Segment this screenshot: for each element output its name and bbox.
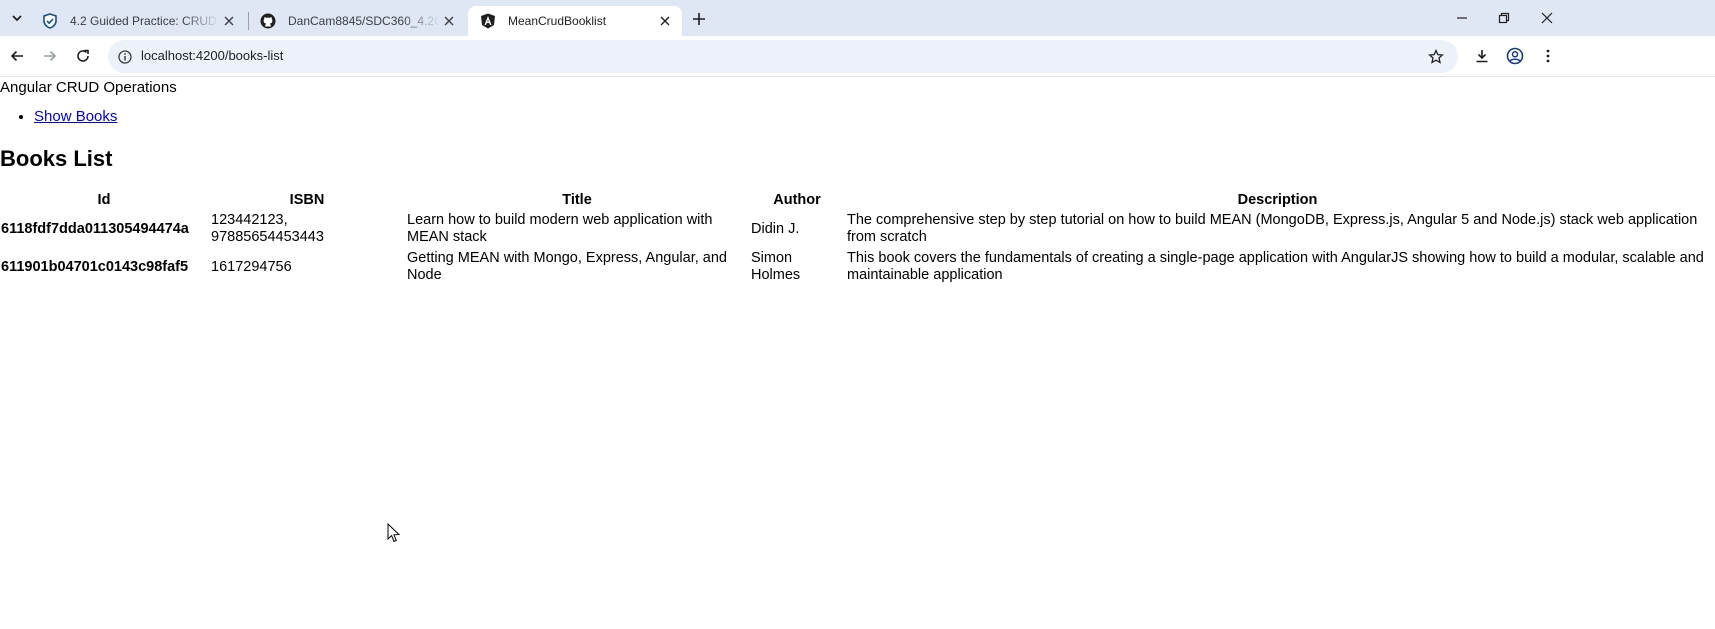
column-header-isbn: ISBN — [289, 192, 325, 208]
close-icon[interactable] — [222, 14, 236, 28]
books-table: Id ISBN Title Author Description 6118fdf… — [0, 189, 1711, 287]
restore-icon — [1498, 12, 1510, 24]
book-description: The comprehensive step by step tutorial … — [847, 212, 1698, 245]
book-isbn: 123442123, 97885654453443 — [211, 212, 324, 245]
page-content: Angular CRUD Operations Show Books Books… — [0, 77, 1715, 629]
tab-guided-practice[interactable]: 4.2 Guided Practice: CRUD Appl — [30, 6, 246, 36]
site-info-icon[interactable] — [116, 48, 134, 66]
show-books-link[interactable]: Show Books — [34, 108, 117, 125]
book-author: Simon Holmes — [751, 250, 801, 283]
bookmark-star-icon[interactable] — [1426, 47, 1446, 67]
close-icon — [1541, 12, 1553, 24]
arrow-right-icon — [44, 50, 57, 62]
browser-toolbar: localhost:4200/books-list — [0, 36, 1715, 77]
shield-check-icon — [42, 13, 58, 29]
close-icon[interactable] — [658, 14, 672, 28]
mouse-cursor-icon — [387, 523, 401, 543]
column-header-description: Description — [1237, 192, 1318, 208]
nav-item-show-books: Show Books — [34, 108, 117, 125]
profile-button[interactable] — [1503, 44, 1527, 68]
plus-icon — [693, 13, 705, 25]
new-tab-button[interactable] — [689, 9, 709, 29]
page-title: Books List — [0, 146, 113, 171]
nav-list: Show Books — [0, 108, 117, 125]
chevron-down-icon — [12, 15, 22, 22]
github-icon — [260, 13, 276, 29]
table-row: 611901b04701c0143c98faf5 1617294756 Gett… — [0, 249, 1709, 285]
reload-button[interactable] — [71, 44, 95, 68]
download-icon — [1476, 50, 1488, 63]
book-isbn: 1617294756 — [211, 258, 292, 275]
reload-icon — [77, 49, 89, 62]
tab-strip: 4.2 Guided Practice: CRUD Appl DanCam884… — [0, 0, 1715, 36]
column-header-id: Id — [97, 192, 111, 208]
table-header-row: Id ISBN Title Author Description — [0, 191, 1709, 209]
tab-title: 4.2 Guided Practice: CRUD Appl — [70, 14, 220, 28]
column-header-author: Author — [773, 192, 821, 208]
back-button[interactable] — [5, 44, 29, 68]
kebab-menu-icon — [1546, 49, 1550, 63]
forward-button[interactable] — [38, 44, 62, 68]
angular-icon — [480, 13, 496, 29]
app-title: Angular CRUD Operations — [0, 79, 177, 96]
tab-title: DanCam8845/SDC360_4.2GP: Cr — [288, 14, 440, 28]
minimize-icon — [1457, 17, 1467, 19]
menu-button[interactable] — [1536, 44, 1560, 68]
tab-github[interactable]: DanCam8845/SDC360_4.2GP: Cr — [248, 6, 466, 36]
arrow-left-icon — [10, 50, 23, 62]
restore-button[interactable] — [1481, 0, 1527, 36]
column-header-title: Title — [562, 192, 592, 208]
table-row: 6118fdf7dda011305494474a 123442123, 9788… — [0, 211, 1709, 247]
profile-icon — [1506, 47, 1524, 65]
book-id-link[interactable]: 6118fdf7dda011305494474a — [0, 211, 208, 247]
close-window-button[interactable] — [1524, 0, 1570, 36]
book-id-link[interactable]: 611901b04701c0143c98faf5 — [0, 249, 208, 285]
tab-search-button[interactable] — [6, 7, 28, 29]
book-description: This book covers the fundamentals of cre… — [847, 250, 1704, 283]
address-bar[interactable]: localhost:4200/books-list — [108, 40, 1458, 73]
tab-title: MeanCrudBooklist — [508, 14, 607, 28]
book-title: Getting MEAN with Mongo, Express, Angula… — [407, 250, 727, 283]
close-icon[interactable] — [442, 14, 456, 28]
tab-meancrudbooklist[interactable]: MeanCrudBooklist — [468, 6, 682, 36]
book-author: Didin J. — [751, 220, 800, 237]
url-text: localhost:4200/books-list — [141, 48, 284, 63]
book-title: Learn how to build modern web applicatio… — [407, 212, 713, 245]
minimize-button[interactable] — [1439, 0, 1485, 36]
downloads-button[interactable] — [1470, 44, 1494, 68]
